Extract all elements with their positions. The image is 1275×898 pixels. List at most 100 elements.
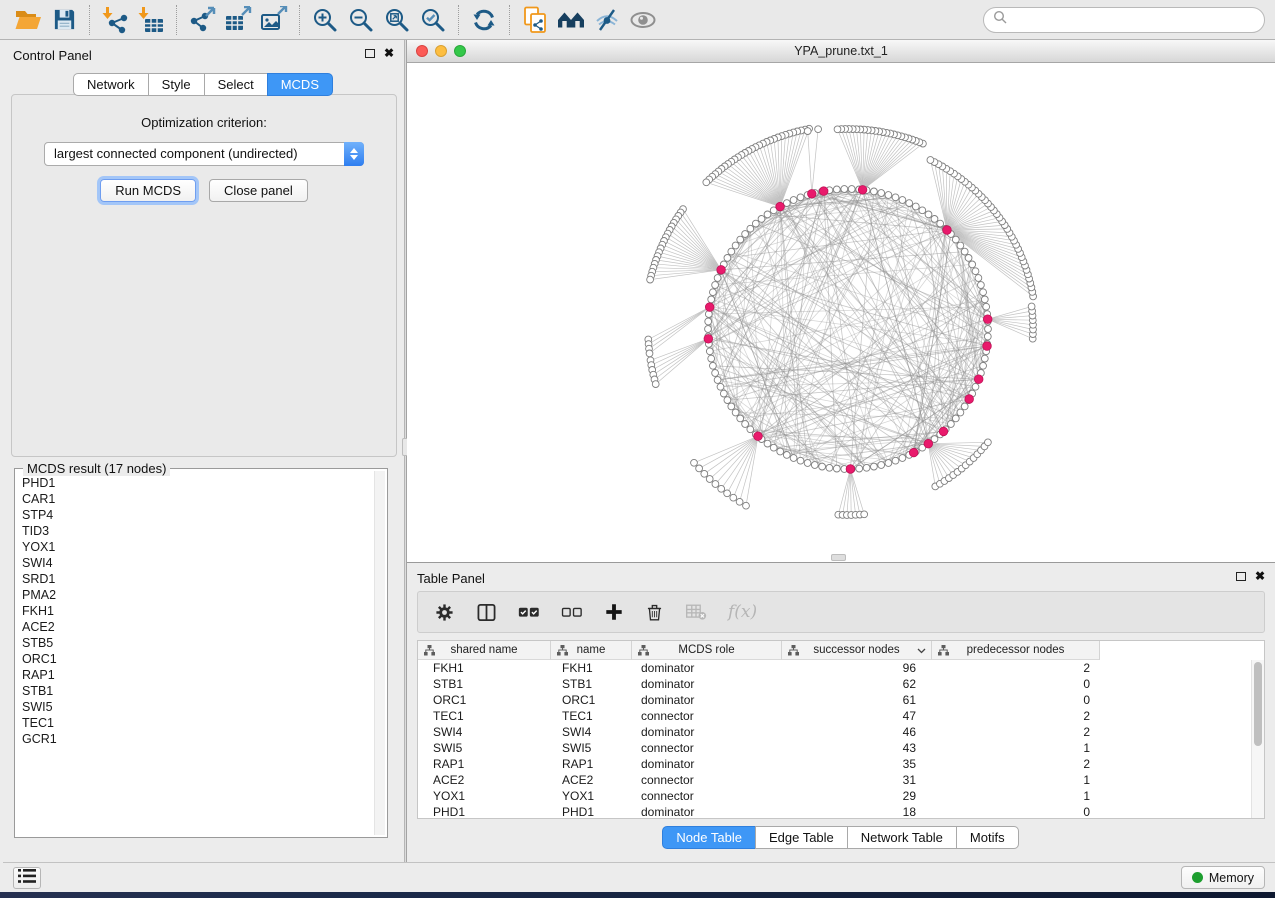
cell-mcds-role: dominator bbox=[632, 805, 782, 819]
mcds-result-item[interactable]: YOX1 bbox=[22, 539, 369, 555]
minimize-window-icon[interactable] bbox=[435, 45, 447, 57]
export-network-icon[interactable] bbox=[184, 3, 220, 37]
table-row[interactable]: RAP1RAP1dominator352 bbox=[418, 756, 1264, 772]
table-scrollbar[interactable] bbox=[1251, 660, 1264, 818]
run-mcds-button[interactable]: Run MCDS bbox=[100, 179, 196, 202]
cell-shared-name: ACE2 bbox=[418, 773, 551, 787]
search-icon bbox=[993, 10, 1007, 29]
houses-icon[interactable] bbox=[553, 3, 589, 37]
mcds-result-item[interactable]: PMA2 bbox=[22, 587, 369, 603]
column-header-successor-nodes[interactable]: successor nodes bbox=[782, 641, 932, 660]
mcds-result-item[interactable]: SWI4 bbox=[22, 555, 369, 571]
mcds-result-item[interactable]: STB1 bbox=[22, 683, 369, 699]
mcds-result-item[interactable]: TID3 bbox=[22, 523, 369, 539]
network-canvas[interactable] bbox=[407, 63, 1275, 563]
maximize-window-icon[interactable] bbox=[454, 45, 466, 57]
mcds-result-item[interactable]: ACE2 bbox=[22, 619, 369, 635]
table-row[interactable]: FKH1FKH1dominator962 bbox=[418, 660, 1264, 676]
mcds-result-item[interactable]: FKH1 bbox=[22, 603, 369, 619]
mcds-list-scrollbar[interactable] bbox=[374, 471, 385, 835]
close-table-panel-icon[interactable]: ✖ bbox=[1255, 571, 1265, 581]
tab-network-table[interactable]: Network Table bbox=[847, 826, 957, 849]
cell-predecessor-nodes: 1 bbox=[932, 773, 1100, 787]
column-header-predecessor-nodes[interactable]: predecessor nodes bbox=[932, 641, 1100, 660]
canvas-splitter-handle[interactable] bbox=[831, 554, 846, 561]
tab-select[interactable]: Select bbox=[204, 73, 268, 96]
table-row[interactable]: SWI4SWI4dominator462 bbox=[418, 724, 1264, 740]
show-columns-icon[interactable] bbox=[476, 602, 497, 623]
zoom-in-icon[interactable] bbox=[307, 3, 343, 37]
table-row[interactable]: STB1STB1dominator620 bbox=[418, 676, 1264, 692]
zoom-selected-icon[interactable] bbox=[415, 3, 451, 37]
tab-edge-table[interactable]: Edge Table bbox=[755, 826, 848, 849]
column-header-name[interactable]: name bbox=[551, 641, 632, 660]
mcds-result-item[interactable]: ORC1 bbox=[22, 651, 369, 667]
cell-name: ACE2 bbox=[551, 773, 632, 787]
table-scrollbar-thumb[interactable] bbox=[1254, 662, 1262, 746]
tab-style[interactable]: Style bbox=[148, 73, 205, 96]
hide-selected-icon[interactable] bbox=[589, 3, 625, 37]
toolbar-icons bbox=[10, 3, 661, 37]
mcds-result-item[interactable]: SWI5 bbox=[22, 699, 369, 715]
mcds-result-item[interactable]: STP4 bbox=[22, 507, 369, 523]
close-window-icon[interactable] bbox=[416, 45, 428, 57]
mcds-result-item[interactable]: STB5 bbox=[22, 635, 369, 651]
toolbar-separator bbox=[458, 5, 459, 35]
column-header-shared-name[interactable]: shared name bbox=[418, 641, 551, 660]
criterion-dropdown[interactable]: largest connected component (undirected) bbox=[44, 142, 364, 166]
clone-network-icon[interactable] bbox=[517, 3, 553, 37]
search-box[interactable] bbox=[983, 7, 1265, 33]
export-table-icon[interactable] bbox=[220, 3, 256, 37]
task-history-button[interactable] bbox=[13, 867, 41, 889]
import-table-icon[interactable] bbox=[133, 3, 169, 37]
mcds-result-item[interactable]: GCR1 bbox=[22, 731, 369, 747]
table-row[interactable]: YOX1YOX1connector291 bbox=[418, 788, 1264, 804]
tab-motifs[interactable]: Motifs bbox=[956, 826, 1019, 849]
mcds-result-group: MCDS result (17 nodes) PHD1CAR1STP4TID3Y… bbox=[14, 468, 388, 838]
network-title: YPA_prune.txt_1 bbox=[407, 40, 1275, 62]
zoom-fit-icon[interactable] bbox=[379, 3, 415, 37]
tab-mcds[interactable]: MCDS bbox=[267, 73, 333, 96]
mcds-result-list[interactable]: PHD1CAR1STP4TID3YOX1SWI4SRD1PMA2FKH1ACE2… bbox=[22, 475, 369, 833]
cell-mcds-role: dominator bbox=[632, 677, 782, 691]
cell-mcds-role: connector bbox=[632, 773, 782, 787]
network-titlebar[interactable]: YPA_prune.txt_1 bbox=[407, 40, 1275, 63]
export-image-icon[interactable] bbox=[256, 3, 292, 37]
select-all-icon[interactable] bbox=[518, 601, 540, 623]
float-table-panel-icon[interactable] bbox=[1236, 572, 1246, 581]
import-network-icon[interactable] bbox=[97, 3, 133, 37]
column-header-mcds-role[interactable]: MCDS role bbox=[632, 641, 782, 660]
refresh-icon[interactable] bbox=[466, 3, 502, 37]
delete-column-icon[interactable] bbox=[645, 603, 664, 622]
cell-name: SWI4 bbox=[551, 725, 632, 739]
table-row[interactable]: TEC1TEC1connector472 bbox=[418, 708, 1264, 724]
float-panel-icon[interactable] bbox=[365, 49, 375, 58]
mcds-result-item[interactable]: SRD1 bbox=[22, 571, 369, 587]
deselect-all-icon[interactable] bbox=[561, 601, 583, 623]
zoom-out-icon[interactable] bbox=[343, 3, 379, 37]
settings-gear-icon[interactable] bbox=[434, 602, 455, 623]
network-graph[interactable] bbox=[407, 63, 1275, 562]
tab-node-table[interactable]: Node Table bbox=[662, 826, 756, 849]
memory-button[interactable]: Memory bbox=[1181, 866, 1265, 889]
search-input[interactable] bbox=[1013, 12, 1255, 27]
toolbar-separator bbox=[89, 5, 90, 35]
tab-network[interactable]: Network bbox=[73, 73, 149, 96]
close-panel-icon[interactable]: ✖ bbox=[384, 48, 394, 58]
cell-shared-name: STB1 bbox=[418, 677, 551, 691]
table-row[interactable]: ACE2ACE2connector311 bbox=[418, 772, 1264, 788]
table-row[interactable]: SWI5SWI5connector431 bbox=[418, 740, 1264, 756]
show-all-icon[interactable] bbox=[625, 3, 661, 37]
table-row[interactable]: ORC1ORC1dominator610 bbox=[418, 692, 1264, 708]
add-column-icon[interactable] bbox=[604, 602, 624, 622]
function-builder-icon: f(x) bbox=[728, 602, 757, 622]
close-panel-button[interactable]: Close panel bbox=[209, 179, 308, 202]
mcds-result-item[interactable]: PHD1 bbox=[22, 475, 369, 491]
cell-name: PHD1 bbox=[551, 805, 632, 819]
save-session-icon[interactable] bbox=[46, 3, 82, 37]
mcds-result-item[interactable]: TEC1 bbox=[22, 715, 369, 731]
table-row[interactable]: PHD1PHD1dominator180 bbox=[418, 804, 1264, 819]
mcds-result-item[interactable]: RAP1 bbox=[22, 667, 369, 683]
open-file-icon[interactable] bbox=[10, 3, 46, 37]
mcds-result-item[interactable]: CAR1 bbox=[22, 491, 369, 507]
